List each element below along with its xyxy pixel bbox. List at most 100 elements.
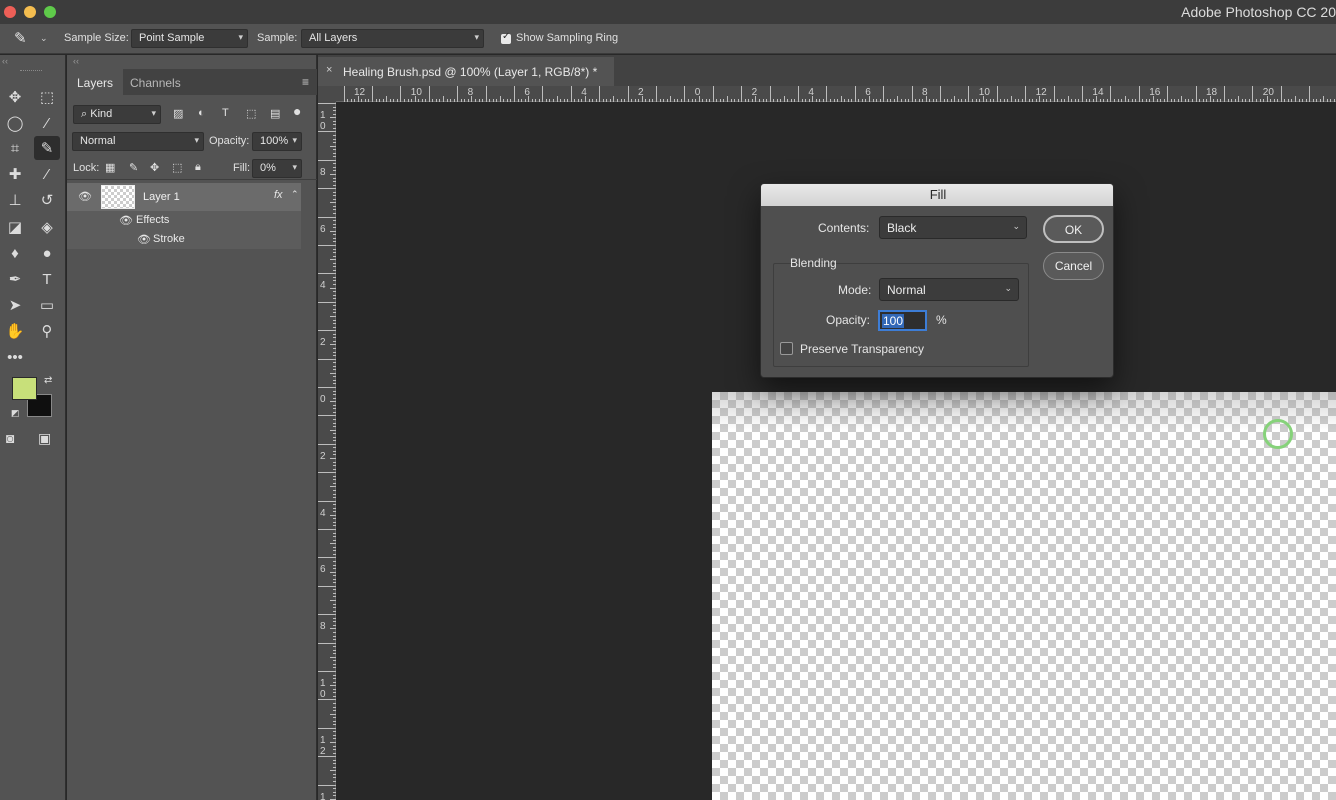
hand-icon[interactable]: ✋: [2, 319, 28, 343]
preserve-transparency-checkbox[interactable]: [780, 342, 793, 355]
lock-pixels-icon[interactable]: ✎: [129, 161, 138, 174]
clone-stamp-icon[interactable]: ⊥: [2, 188, 28, 212]
visibility-eye-icon[interactable]: 👁︎: [78, 190, 92, 203]
preserve-transparency-label[interactable]: Preserve Transparency: [800, 342, 924, 356]
visibility-eye-icon[interactable]: 👁︎: [137, 233, 151, 246]
dialog-title[interactable]: Fill: [761, 184, 1113, 206]
ruler-label: 18: [1206, 87, 1218, 98]
blend-mode-select[interactable]: Normal ▾: [72, 132, 204, 151]
pen-icon[interactable]: ✒: [2, 267, 28, 291]
crop-icon[interactable]: ⌗: [2, 136, 28, 160]
document-tab-title[interactable]: Healing Brush.psd @ 100% (Layer 1, RGB/8…: [343, 65, 597, 79]
magic-wand-icon[interactable]: ⁄: [34, 111, 60, 135]
lasso-icon[interactable]: ◯: [2, 111, 28, 135]
ruler-label: 1 2: [320, 734, 326, 757]
smart-object-filter-icon[interactable]: ▤: [270, 107, 280, 120]
lock-artboard-icon[interactable]: ⬚: [172, 161, 182, 174]
horizontal-ruler[interactable]: 12 10 8 6 4 2 0 2 4 6 8 10 12 14 16 18 20: [336, 86, 1336, 102]
sample-size-select[interactable]: Point Sample ▾: [131, 29, 248, 48]
quick-mask-icon[interactable]: ◙: [6, 430, 14, 446]
opacity-label: Opacity:: [209, 135, 250, 147]
fx-icon[interactable]: fx: [274, 189, 283, 201]
mode-select[interactable]: Normal ⌄: [879, 278, 1019, 301]
ok-button[interactable]: OK: [1043, 215, 1104, 243]
kind-filter-select[interactable]: ⌕ Kind ▾: [73, 105, 161, 124]
dialog-shadow: [712, 392, 1336, 430]
panel-grip[interactable]: [20, 70, 42, 73]
tab-layers[interactable]: Layers: [67, 69, 124, 95]
contents-select[interactable]: Black ⌄: [879, 216, 1027, 239]
more-tools-icon[interactable]: •••: [2, 345, 28, 369]
lock-label: Lock:: [73, 162, 100, 174]
opacity-field[interactable]: 100: [878, 310, 927, 331]
ruler-label: 12: [354, 87, 366, 98]
path-select-icon[interactable]: ➤: [2, 293, 28, 317]
sample-size-label: Sample Size:: [64, 32, 129, 44]
close-window-button[interactable]: [4, 6, 16, 18]
marquee-icon[interactable]: ⬚: [34, 85, 60, 109]
opacity-label: Opacity:: [826, 313, 871, 327]
dodge-icon[interactable]: ●: [34, 241, 60, 265]
ruler-label: 2: [638, 87, 644, 98]
layer-opacity-value: 100%: [260, 135, 289, 147]
paint-bucket-icon[interactable]: ◈: [34, 215, 60, 239]
title-bar: Adobe Photoshop CC 20: [0, 0, 1336, 24]
visibility-eye-icon[interactable]: 👁︎: [119, 214, 133, 227]
swap-colors-icon[interactable]: ⇄: [44, 375, 52, 386]
rectangle-icon[interactable]: ▭: [34, 293, 60, 317]
layer-name[interactable]: Layer 1: [143, 191, 180, 203]
effects-row[interactable]: 👁︎ Effects: [67, 211, 301, 230]
foreground-color-swatch[interactable]: [12, 377, 37, 400]
sample-select[interactable]: All Layers ▾: [301, 29, 484, 48]
minimize-window-button[interactable]: [24, 6, 36, 18]
layer-row[interactable]: 👁︎ Layer 1 fx ⌃: [67, 183, 301, 211]
ruler-label: 10: [978, 87, 990, 98]
brush-icon[interactable]: ⁄: [34, 162, 60, 186]
screen-mode-icon[interactable]: ▣: [38, 430, 51, 447]
close-tab-icon[interactable]: ×: [326, 64, 332, 76]
collapse-effects-icon[interactable]: ⌃: [291, 189, 299, 200]
type-filter-icon[interactable]: T: [222, 107, 229, 119]
document-canvas[interactable]: [712, 392, 1336, 800]
panel-menu-icon[interactable]: ≡: [302, 75, 309, 89]
collapse-icon[interactable]: ‹‹: [2, 56, 8, 66]
zoom-window-button[interactable]: [44, 6, 56, 18]
chevron-down-icon[interactable]: ⌄: [40, 33, 48, 44]
shape-filter-icon[interactable]: ⬚: [246, 107, 256, 120]
fill-field[interactable]: 0% ▾: [252, 159, 302, 178]
zoom-icon[interactable]: ⚲: [34, 319, 60, 343]
lock-all-icon[interactable]: 🔒︎: [195, 161, 201, 174]
eyedropper-icon[interactable]: ✎: [34, 136, 60, 160]
blur-icon[interactable]: ♦: [2, 241, 28, 265]
ruler-label: 12: [1035, 87, 1047, 98]
stroke-effect-row[interactable]: 👁︎ Stroke: [67, 230, 301, 249]
document-tab[interactable]: × Healing Brush.psd @ 100% (Layer 1, RGB…: [318, 57, 614, 86]
default-colors-icon[interactable]: ◩: [11, 408, 20, 419]
ruler-label: 16: [1149, 87, 1161, 98]
pixel-filter-icon[interactable]: ▨: [173, 107, 183, 120]
tab-channels[interactable]: Channels: [120, 69, 191, 95]
ruler-label: 20: [1262, 87, 1274, 98]
show-sampling-ring-checkbox[interactable]: [501, 31, 511, 44]
vertical-ruler[interactable]: 1 0 8 6 4 2 0 2 4 6 8 1 0 1 2 1 4: [318, 86, 336, 800]
panel-tabs: Layers Channels ≡: [67, 69, 317, 95]
eyedropper-preset-icon[interactable]: ✎: [14, 29, 27, 47]
layer-thumbnail[interactable]: [101, 185, 135, 209]
ruler-label: 1 4: [320, 791, 326, 800]
history-brush-icon[interactable]: ↺: [34, 188, 60, 212]
ruler-origin[interactable]: [318, 86, 336, 102]
type-icon[interactable]: T: [34, 267, 60, 291]
move-icon[interactable]: ✥: [2, 85, 28, 109]
fill-label: Fill:: [233, 162, 251, 174]
eraser-icon[interactable]: ◪: [2, 215, 28, 239]
layer-opacity-field[interactable]: 100% ▾: [252, 132, 302, 151]
contents-value: Black: [887, 221, 917, 235]
lock-position-icon[interactable]: ✥: [150, 161, 159, 174]
filter-toggle-icon[interactable]: ●: [293, 103, 301, 119]
collapse-icon[interactable]: ‹‹: [73, 56, 79, 66]
ruler-label: 2: [320, 337, 326, 349]
lock-transparency-icon[interactable]: ▦: [105, 161, 115, 174]
healing-brush-icon[interactable]: ✚: [2, 162, 28, 186]
cancel-button[interactable]: Cancel: [1043, 252, 1104, 280]
adjustment-filter-icon[interactable]: ◐: [198, 107, 205, 119]
